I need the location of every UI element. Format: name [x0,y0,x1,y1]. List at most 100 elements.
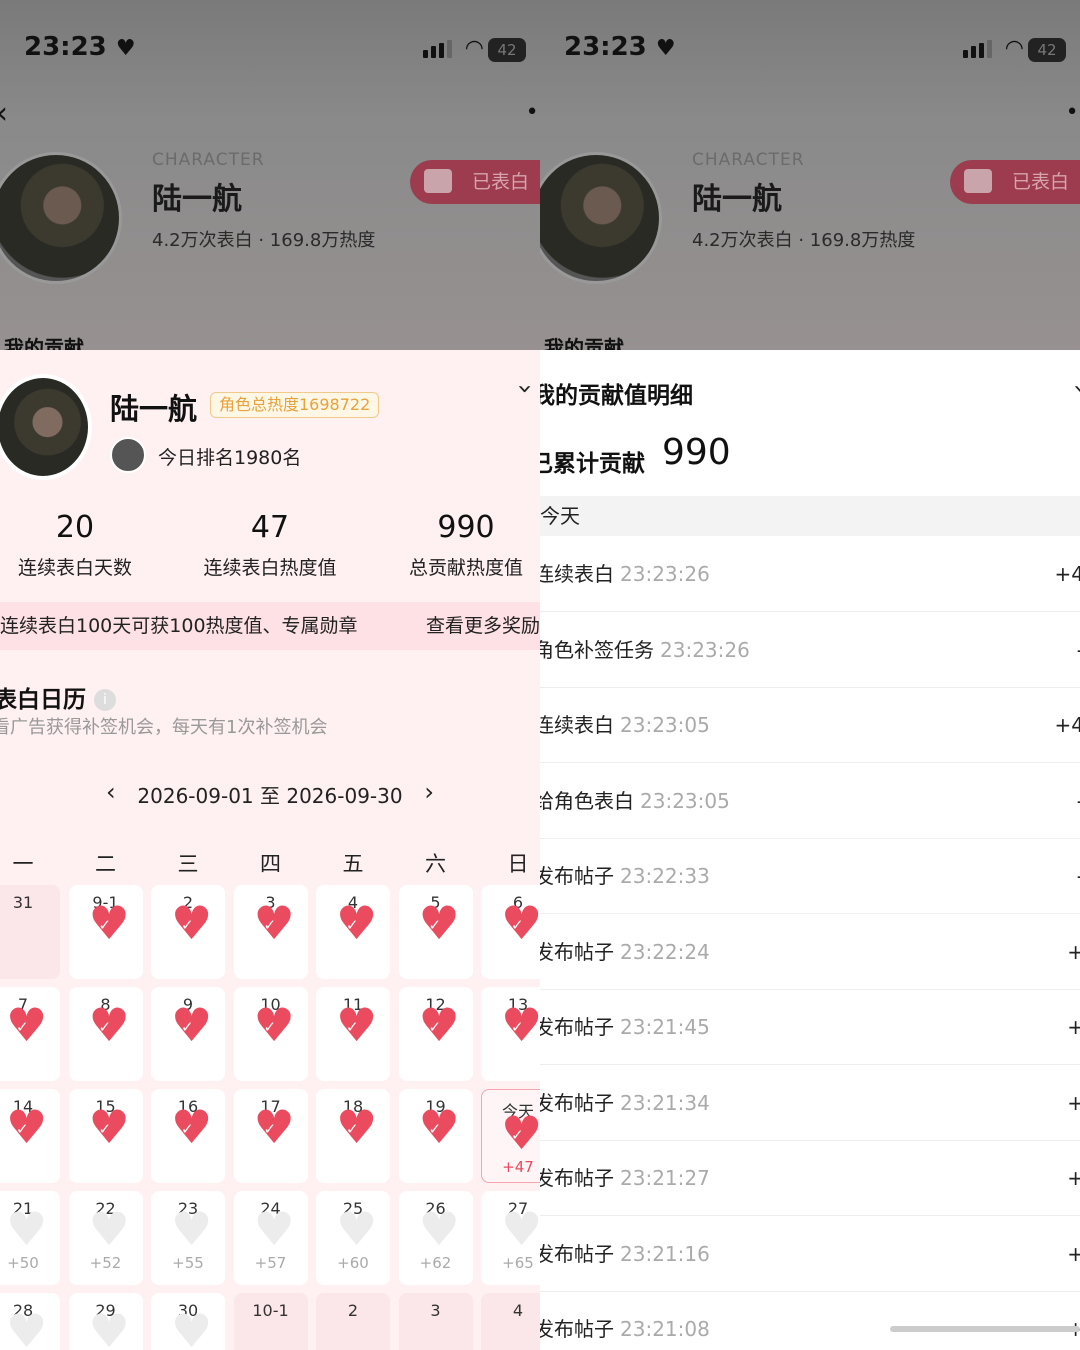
detail-title: 我的贡献值明细 [540,383,693,409]
checked-heart-icon [419,1104,460,1150]
checked-heart-icon [336,1002,377,1048]
calendar-day[interactable]: 5 [398,885,473,979]
back-icon[interactable]: : [540,96,542,131]
row-amount: + [1067,939,1080,964]
calendar-day[interactable]: 27+65 [481,1191,540,1285]
calendar-day[interactable]: 3 [398,1293,473,1350]
calendar-day[interactable]: 9-1 [68,885,143,979]
calendar-day[interactable]: 4 [481,1293,540,1350]
calendar-day[interactable]: 19 [398,1089,473,1183]
wifi-icon: ◠ [464,36,484,61]
weekday-label: 日 [507,852,529,876]
calendar-day[interactable]: 4 [316,885,390,979]
calendar-day[interactable]: 24+57 [233,1191,308,1285]
calendar-day[interactable]: 26+62 [398,1191,473,1285]
calendar-day[interactable]: 2 [316,1293,390,1350]
reward-text: 连续表白100天可获100热度值、专属勋章 [0,615,358,637]
weekday-label: 二 [95,852,116,876]
calendar-day[interactable]: 12 [398,987,473,1081]
contribution-row: 连续表白 23:23:05 +4 [540,687,1080,763]
calendar-day[interactable]: 10 [233,987,308,1081]
home-indicator [890,1326,1080,1332]
more-rewards-link[interactable]: 查看更多奖励 [426,602,540,650]
calendar-day[interactable]: 8 [68,987,143,1081]
calendar-day[interactable]: 7 [0,987,60,1081]
heart-icon: ♥ [115,36,136,61]
calendar-day[interactable]: 22+52 [68,1191,143,1285]
sheet-character-name: 陆一航 [110,392,198,426]
calendar-day[interactable]: 21+50 [0,1191,60,1285]
row-label: 发布帖子 [540,1166,614,1190]
weekday-label: 五 [342,852,364,876]
calendar-day[interactable]: 6 [481,885,540,979]
weekday-label: 三 [177,852,199,876]
row-amount: + [1067,1291,1080,1350]
stat-label: 连续表白热度值 [203,557,337,579]
calendar-day[interactable]: 23+55 [151,1191,225,1285]
day-bonus: +65 [502,1254,534,1272]
calendar-day[interactable]: 13 [481,987,540,1081]
row-time: 23:22:24 [620,939,710,964]
stat-streak-days: 20 连续表白天数 [0,510,165,580]
calendar-day[interactable]: 25+60 [316,1191,390,1285]
more-icon[interactable]: •: [526,100,540,125]
mail-icon [424,169,452,193]
battery-icon: 42 [1028,38,1066,62]
calendar-screen: 23:23 ♥ ◠ 42 ‹ •: CHARACTER 陆一航 4.2万次表白 … [0,0,540,1350]
calendar-day[interactable]: 28 [0,1293,60,1350]
checked-heart-icon [336,900,377,946]
day-bonus: +50 [7,1254,39,1272]
stat-value: 20 [55,510,95,545]
prev-month-icon[interactable]: ‹ [106,778,116,806]
checked-heart-icon [6,1002,47,1048]
calendar-day[interactable]: 17 [233,1089,308,1183]
character-stats: 4.2万次表白 · 169.8万热度 [692,230,916,251]
calendar-day[interactable]: 11 [316,987,390,1081]
day-bonus: +55 [172,1254,204,1272]
contribution-row: 发布帖子23:21:08 + [540,1291,1080,1350]
checked-heart-icon [89,1104,130,1150]
calendar-day[interactable]: 10-1 [233,1293,308,1350]
calendar-day[interactable]: 16 [151,1089,225,1183]
calendar-day[interactable]: 9 [151,987,225,1081]
total-heat-badge: 角色总热度1698722 [210,392,380,418]
row-time: 23:23:05 [640,788,730,813]
calendar-day[interactable]: 今天+47 [481,1089,540,1183]
checked-heart-icon [171,900,212,946]
signal-icon [963,40,992,58]
calendar-day[interactable]: 15 [68,1089,143,1183]
collapse-chevron-icon[interactable]: › [1066,384,1080,394]
more-icon[interactable]: •: [1066,100,1080,125]
row-time: 23:22:33 [620,864,710,888]
info-icon[interactable]: i [94,689,116,711]
calendar-day[interactable]: 18 [316,1089,390,1183]
calendar-day[interactable]: 30 [151,1293,225,1350]
checked-heart-icon [171,1002,212,1048]
weekday-label: 一 [12,852,34,876]
row-amount: + [1067,1166,1080,1190]
row-label: 连续表白 [540,713,614,737]
date-range: ‹ 2026-09-01 至 2026-09-30 › [100,778,440,809]
calendar-day[interactable]: 29 [68,1293,143,1350]
calendar-day[interactable]: 2 [151,885,225,979]
confessed-button[interactable]: 已表白 [950,160,1080,204]
checked-heart-icon [501,1002,540,1048]
section-header-today: 今天 [540,496,1080,536]
checked-heart-icon [254,1002,295,1048]
row-time: 23:23:05 [620,713,710,737]
back-icon[interactable]: ‹ [0,96,8,131]
calendar-day[interactable]: 3 [233,885,308,979]
row-time: 23:21:08 [620,1317,710,1341]
stat-value: 990 [437,510,495,545]
row-amount: + [1067,1015,1080,1039]
next-month-icon[interactable]: › [424,778,434,806]
collapse-chevron-icon[interactable]: › [510,384,540,394]
calendar-day[interactable]: 14 [0,1089,60,1183]
confessed-button[interactable]: 已表白 [410,160,540,204]
calendar-day[interactable]: 31 [0,885,60,979]
contribution-row: 给角色表白23:23:05- [540,763,1080,839]
day-bonus: +60 [337,1254,369,1272]
stat-value: 47 [250,510,290,545]
checked-heart-icon [419,1002,460,1048]
mail-icon [964,169,992,193]
